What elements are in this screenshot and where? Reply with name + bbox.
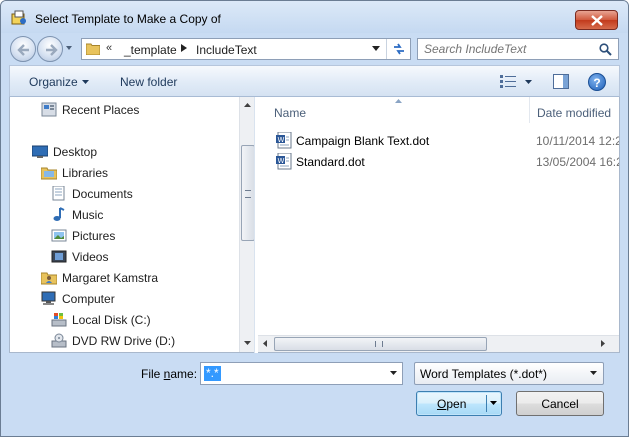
forward-arrow-icon [46,44,58,56]
open-split-divider [486,395,487,412]
file-type-select[interactable]: Word Templates (*.dot*) [414,362,604,385]
address-dropdown[interactable] [372,46,380,51]
file-name-dropdown-icon[interactable] [390,371,397,375]
nav-item-label: Documents [72,187,133,201]
address-bar[interactable]: « _template IncludeText [81,38,411,60]
open-button[interactable]: Open [416,391,502,416]
back-button[interactable] [10,36,36,62]
nav-item-label: Margaret Kamstra [62,271,159,285]
dialog-window: Select Template to Make a Copy of « _tem… [0,0,629,437]
close-button[interactable] [575,10,618,30]
breadcrumb-includetext[interactable]: IncludeText [196,43,257,57]
nav-item-label: Music [72,208,104,222]
nav-item-label: DVD RW Drive (D:) [72,334,176,348]
documents-icon [52,186,65,201]
file-type-dropdown-icon[interactable] [590,371,597,375]
command-bar: Organize New folder ? [9,65,620,97]
view-dropdown-icon[interactable] [525,80,532,84]
file-name-label: File name: [141,367,197,381]
file-name-value[interactable]: *.* [204,366,221,381]
recent-places-icon [41,102,57,117]
scroll-left-icon[interactable] [263,340,267,347]
column-header-date-modified[interactable]: Date modified [529,97,619,123]
preview-pane-icon[interactable] [553,74,569,89]
address-overflow[interactable]: « [106,42,112,54]
change-view-icon[interactable] [500,75,516,88]
nav-item-label: Libraries [62,166,109,180]
desktop-icon [32,145,48,158]
search-input[interactable] [424,42,594,56]
column-name-label: Name [274,106,307,120]
open-button-label: Open [437,397,466,411]
file-scroll-thumb[interactable] [274,337,487,351]
libraries-icon [41,167,57,180]
sort-ascending-icon [395,99,402,103]
videos-icon [51,250,67,263]
nav-item-label: Desktop [53,145,98,159]
nav-item-label: Computer [62,292,115,306]
scroll-up-icon[interactable] [244,103,251,107]
folder-icon [86,43,100,55]
file-date-modified: 13/05/2004 16:24 [536,155,619,169]
nav-item-label: Videos [72,250,109,264]
forward-button[interactable] [37,36,63,62]
close-icon [591,15,603,26]
open-options-dropdown-icon[interactable] [490,401,497,405]
refresh-button[interactable] [386,39,410,59]
title-bar: Select Template to Make a Copy of [1,1,628,33]
file-date-modified: 10/11/2014 12:25 [536,134,620,148]
file-type-value: Word Templates (*.dot*) [420,367,547,381]
scroll-down-icon[interactable] [244,341,251,345]
column-header-name[interactable]: Name [258,97,528,123]
word-template-icon: W [276,153,292,170]
file-row[interactable]: W Standard.dot 13/05/2004 16:24 [258,152,619,172]
organize-dropdown-icon[interactable] [82,80,89,84]
help-icon[interactable]: ? [588,73,606,91]
back-arrow-icon [17,44,29,56]
file-name-field[interactable]: *.* [200,362,403,385]
open-label-part: pen [446,397,467,411]
nav-item-label: Recent Places [62,103,140,117]
word-template-icon: W [276,132,292,149]
app-icon [11,10,26,25]
dvd-drive-icon [51,333,67,348]
column-date-label: Date modified [537,106,612,120]
file-name: Campaign Blank Text.dot [296,134,430,148]
breadcrumb-separator-icon[interactable] [181,44,187,52]
window-title: Select Template to Make a Copy of [35,12,221,26]
search-box[interactable] [417,38,619,60]
computer-icon [41,291,56,305]
navigation-pane: Recent Places Desktop Libraries Document… [9,97,256,353]
nav-scroll-thumb[interactable] [241,145,255,241]
cancel-button-label: Cancel [541,397,579,411]
file-list-pane: Name Date modified W Campaign Blank Text… [258,97,620,353]
file-name: Standard.dot [296,155,365,169]
nav-arrows [10,36,72,62]
pictures-icon [51,229,67,242]
address-row: « _template IncludeText [1,33,628,63]
cancel-button[interactable]: Cancel [516,391,604,416]
file-row[interactable]: W Campaign Blank Text.dot 10/11/2014 12:… [258,131,620,151]
svg-text:W: W [278,157,285,165]
file-name-label-part: File [141,367,164,381]
file-horizontal-scrollbar[interactable] [258,335,619,352]
music-icon [53,207,65,221]
local-disk-icon [51,313,67,327]
scroll-right-icon[interactable] [601,340,605,347]
user-folder-icon [41,272,57,285]
open-label-accesskey: O [437,397,447,411]
breadcrumb-template[interactable]: _template [124,43,177,57]
nav-item-label: Local Disk (C:) [72,313,151,327]
svg-text:W: W [278,136,285,144]
new-folder-button[interactable]: New folder [120,75,177,89]
refresh-icon [394,43,404,55]
file-name-label-part: ame: [170,367,198,381]
nav-item-label: Pictures [72,229,116,243]
search-icon[interactable] [599,43,612,56]
recent-pages-dropdown[interactable] [66,46,72,50]
organize-button[interactable]: Organize [29,75,78,89]
